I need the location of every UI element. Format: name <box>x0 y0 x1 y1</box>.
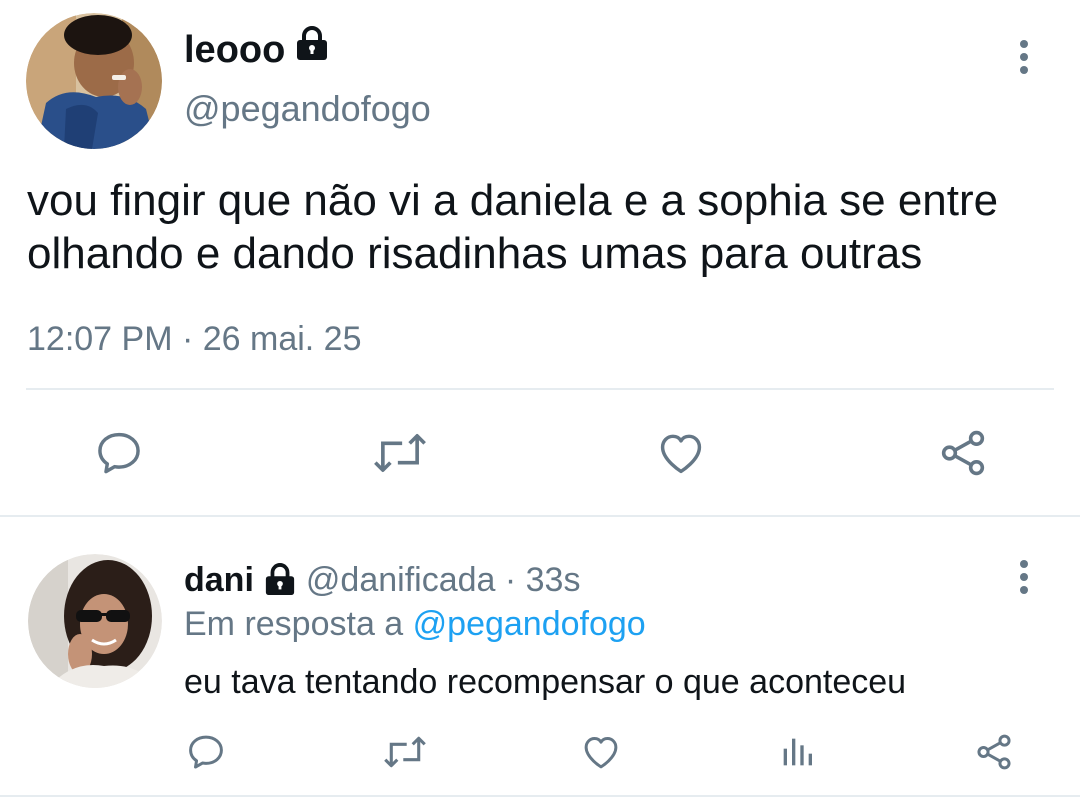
divider <box>0 515 1080 517</box>
reply-button[interactable] <box>90 424 148 482</box>
avatar[interactable] <box>26 13 162 149</box>
author-handle[interactable]: @pegandofogo <box>184 86 431 132</box>
share-button[interactable] <box>972 730 1016 774</box>
like-button[interactable] <box>579 730 623 774</box>
analytics-button[interactable] <box>775 730 819 774</box>
divider <box>0 795 1080 797</box>
reply-button[interactable] <box>184 730 228 774</box>
lock-icon <box>295 26 329 74</box>
reply-icon <box>98 432 140 474</box>
heart-icon <box>584 737 618 769</box>
divider <box>26 388 1054 390</box>
avatar[interactable] <box>28 554 162 688</box>
reply-icon <box>189 735 223 769</box>
retweet-icon <box>384 736 426 768</box>
share-button[interactable] <box>934 424 992 482</box>
retweet-button[interactable] <box>369 424 431 482</box>
heart-icon <box>660 434 702 474</box>
reply-context: Em resposta a @pegandofogo <box>184 602 646 646</box>
tweet-text: eu tava tentando recompensar o que acont… <box>184 663 907 701</box>
share-icon <box>941 430 985 476</box>
display-name[interactable]: dani <box>184 558 254 602</box>
lock-icon <box>264 563 296 597</box>
tweet-timestamp[interactable]: 12:07 PM · 26 mai. 25 <box>27 317 362 361</box>
reply-author-line[interactable]: dani @danificada · 33s <box>184 558 580 602</box>
share-icon <box>977 734 1011 770</box>
reply-to-handle-link[interactable]: @pegandofogo <box>413 605 646 643</box>
tweet-text: vou fingir que não vi a daniela e a soph… <box>27 176 999 278</box>
avatar-image <box>28 554 162 688</box>
author-name[interactable]: leooo <box>184 26 329 74</box>
stats-icon <box>783 738 812 766</box>
display-name[interactable]: leooo <box>184 26 285 74</box>
more-options-icon[interactable] <box>1008 38 1040 78</box>
retweet-button[interactable] <box>381 730 429 774</box>
avatar-image <box>26 13 162 149</box>
author-handle-time[interactable]: @danificada · 33s <box>306 558 581 602</box>
like-button[interactable] <box>652 424 710 482</box>
reply-to-prefix: Em resposta a <box>184 605 413 643</box>
retweet-icon <box>374 434 426 472</box>
more-options-icon[interactable] <box>1008 558 1040 598</box>
